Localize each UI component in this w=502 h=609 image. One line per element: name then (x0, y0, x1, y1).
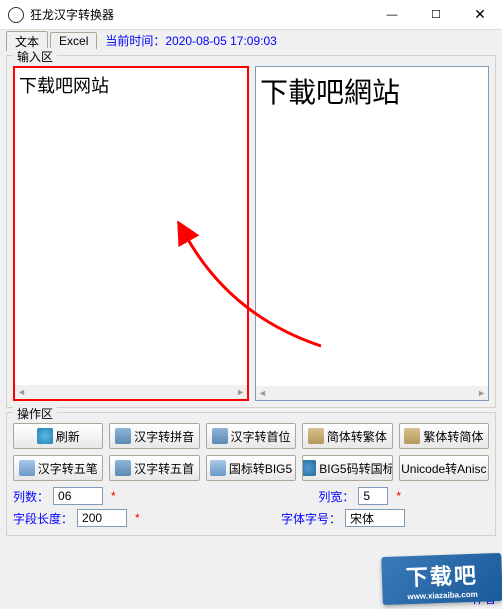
input-legend: 输入区 (13, 48, 57, 65)
maximize-button[interactable]: ☐ (414, 0, 458, 30)
scrollbar-horizontal[interactable]: ◄► (256, 386, 488, 400)
required-star: * (111, 489, 116, 503)
convert-icon (115, 460, 131, 476)
window-title: 狂龙汉字转换器 (30, 6, 370, 23)
convert-icon (404, 428, 420, 444)
menubar: 文本 Excel 当前时间：2020-08-05 17:09:03 (0, 30, 502, 51)
output-textarea-right[interactable]: 下載吧網站 ◄► (255, 66, 489, 401)
time-value: 2020-08-05 17:09:03 (165, 34, 276, 48)
len-label: 字段长度： (13, 510, 73, 527)
convert-icon (115, 428, 131, 444)
field-row-1: 列数： * 列宽： * (13, 487, 489, 505)
unicode-to-ansi-button[interactable]: Unicode转Anisc (399, 455, 489, 481)
field-row-2: 字段长度： * 字体字号： (13, 509, 489, 527)
traditional-to-simplified-button[interactable]: 繁体转简体 (399, 423, 489, 449)
ops-legend: 操作区 (13, 405, 57, 422)
required-star: * (135, 511, 140, 525)
hanzi-to-shouwei-button[interactable]: 汉字转首位 (206, 423, 296, 449)
time-label: 当前时间： (105, 34, 165, 48)
convert-icon (308, 428, 324, 444)
input-left-text: 下载吧网站 (19, 76, 109, 96)
hanzi-to-wubi-button[interactable]: 汉字转五笔 (13, 455, 103, 481)
ops-row-1: 刷新 汉字转拼音 汉字转首位 简体转繁体 繁体转简体 (13, 423, 489, 449)
hanzi-to-pinyin-button[interactable]: 汉字转拼音 (109, 423, 199, 449)
scrollbar-horizontal[interactable]: ◄► (15, 385, 247, 399)
output-right-text: 下載吧網站 (260, 77, 400, 108)
input-area: 下载吧网站 ◄► 下載吧網站 ◄► (13, 66, 489, 401)
titlebar: 狂龙汉字转换器 — ☐ ✕ (0, 0, 502, 30)
required-star: * (396, 489, 401, 503)
convert-icon (212, 428, 228, 444)
hanzi-to-wushou-button[interactable]: 汉字转五首 (109, 455, 199, 481)
width-label: 列宽： (318, 488, 354, 505)
cols-label: 列数： (13, 488, 49, 505)
cols-input[interactable] (53, 487, 103, 505)
width-input[interactable] (358, 487, 388, 505)
refresh-icon (37, 428, 53, 444)
font-input[interactable] (345, 509, 405, 527)
watermark-brand: 下载吧 (405, 557, 478, 591)
convert-icon (302, 460, 316, 476)
app-icon (8, 7, 24, 23)
minimize-button[interactable]: — (370, 0, 414, 30)
font-label: 字体字号： (281, 510, 341, 527)
ops-row-2: 汉字转五笔 汉字转五首 国标转BIG5 BIG5码转国标 Unicode转Ani… (13, 455, 489, 481)
current-time: 当前时间：2020-08-05 17:09:03 (105, 32, 276, 49)
refresh-button[interactable]: 刷新 (13, 423, 103, 449)
input-group: 输入区 下载吧网站 ◄► 下載吧網站 ◄► (6, 55, 496, 408)
ops-group: 操作区 刷新 汉字转拼音 汉字转首位 简体转繁体 繁体转简体 汉字转五笔 汉字转… (6, 412, 496, 536)
input-textarea-left[interactable]: 下载吧网站 ◄► (13, 66, 249, 401)
annotation-arrow (251, 116, 253, 336)
gb-to-big5-button[interactable]: 国标转BIG5 (206, 455, 296, 481)
convert-icon (210, 460, 226, 476)
len-input[interactable] (77, 509, 127, 527)
watermark-logo: 下载吧 www.xiazaiba.com (381, 553, 502, 605)
tab-excel[interactable]: Excel (50, 32, 97, 49)
convert-icon (19, 460, 35, 476)
close-button[interactable]: ✕ (458, 0, 502, 30)
simplified-to-traditional-button[interactable]: 简体转繁体 (302, 423, 392, 449)
window-controls: — ☐ ✕ (370, 0, 502, 30)
watermark-url: www.xiazaiba.com (407, 589, 478, 600)
big5-to-gb-button[interactable]: BIG5码转国标 (302, 455, 392, 481)
